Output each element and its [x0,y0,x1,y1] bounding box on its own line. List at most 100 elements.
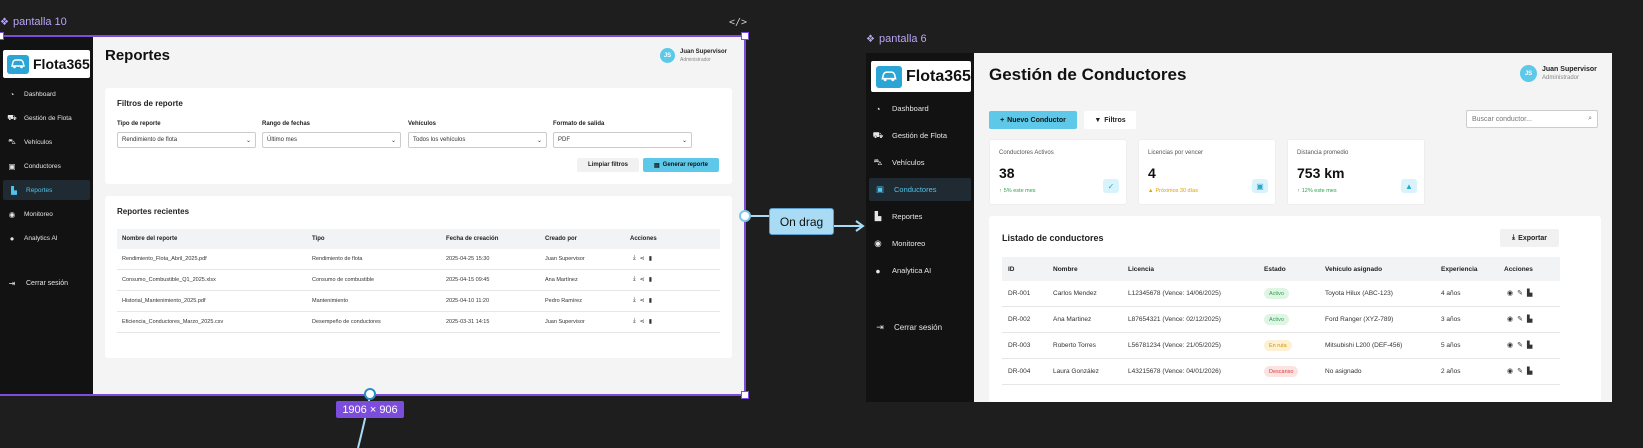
interaction-label[interactable]: On drag [769,208,834,235]
table-cell: DR-001 [1008,290,1031,297]
road-icon: ▲ [1401,179,1417,193]
brand-name: Flota365 [906,67,971,85]
eye-icon: ◉ [874,238,882,248]
table-cell: Ana Martinez [1053,316,1092,323]
column-header: Acciones [1504,266,1533,273]
table-cell: Toyota Hilux (ABC-123) [1325,290,1393,297]
table-cell: Laura González [1053,368,1099,375]
stat-card: Licencias por vencer 4 ▲ Próximos 30 días ▣ [1138,139,1276,205]
row-actions: ◉ ✎ ▙ [1507,315,1532,323]
table-cell: L12345678 (Vence: 14/06/2025) [1128,290,1221,297]
table-cell: L87654321 (Vence: 02/12/2025) [1128,316,1221,323]
export-button[interactable]: ⤓ Exportar [1500,229,1559,247]
column-header: Estado [1264,266,1286,273]
edit-icon[interactable]: ✎ [1517,289,1523,297]
warning-icon: ▲ [1148,188,1154,194]
view-icon[interactable]: ◉ [1507,315,1513,323]
column-header: Experiencia [1441,266,1478,273]
dashboard-icon: ◔ [875,103,881,114]
truck-icon: ⛟ [872,129,884,140]
search-icon: ⌕ [1588,115,1592,122]
sidebar-item-monitoreo[interactable]: ◉ Monitoreo [866,232,974,255]
column-header: ID [1008,266,1015,273]
stats-icon[interactable]: ▙ [1527,315,1532,323]
view-icon[interactable]: ◉ [1507,367,1513,375]
car-logo-icon [876,65,902,88]
view-icon[interactable]: ◉ [1507,289,1513,297]
filters-button[interactable]: ▼ Filtros [1084,111,1136,129]
stat-label: Licencias por vencer [1148,150,1204,156]
user-name: Juan Supervisor [1542,66,1597,73]
stat-label: Conductores Activos [999,150,1054,156]
stat-value: 4 [1148,165,1156,181]
stat-card: Distancia promedio 753 km ↑ 12% este mes ▲ [1287,139,1425,205]
status-badge: En ruta [1264,340,1292,351]
table-cell: 4 años [1441,290,1461,297]
brain-icon: ● [875,265,881,276]
column-header: Licencia [1128,266,1155,273]
drivers-list-card: Listado de conductores ⤓ Exportar ID Nombr… [989,216,1601,402]
stat-trend: ▲ Próximos 30 días [1148,188,1198,194]
user-role: Administrador [1542,75,1580,81]
id-card-icon: ▣ [875,184,885,194]
plus-icon: + [1000,116,1005,124]
sidebar-item-analytica-ai[interactable]: ● Analytica AI [866,259,974,282]
row-actions: ◉ ✎ ▙ [1507,289,1532,297]
sidebar-item-reportes[interactable]: ▙ Reportes [866,205,974,228]
column-header: Nombre [1053,266,1078,273]
download-icon: ⤓ [1512,234,1516,241]
logout-icon: ⇥ [876,321,884,332]
stat-value: 753 km [1297,165,1345,181]
stats-icon[interactable]: ▙ [1527,341,1532,349]
sidebar: Flota365 ◔ Dashboard ⛟ Gestión de Flota ⛍ Veh… [866,53,974,402]
table-cell: Ford Ranger (XYZ-789) [1325,316,1394,323]
table-cell: Carlos Mendez [1053,290,1097,297]
logout-link[interactable]: ⇥ Cerrar sesión [866,317,974,337]
user-profile[interactable]: JS Juan Supervisor Administrador [1520,65,1597,82]
stat-value: 38 [999,165,1015,181]
table-cell: DR-004 [1008,368,1031,375]
stats-icon[interactable]: ▙ [1527,367,1532,375]
avatar: JS [1520,65,1537,82]
edit-icon[interactable]: ✎ [1517,341,1523,349]
stat-label: Distancia promedio [1297,150,1349,156]
frame-conductores[interactable]: Flota365 ◔ Dashboard ⛟ Gestión de Flota ⛍ Veh… [866,53,1612,402]
sidebar-item-conductores[interactable]: ▣ Conductores [869,178,971,201]
table-cell: No asignado [1325,368,1362,375]
user-check-icon: ✓ [1103,179,1119,193]
table-cell: Mitsubishi L200 (DEF-456) [1325,342,1403,349]
table-cell: 3 años [1441,316,1461,323]
brand-logo[interactable]: Flota365 [871,61,971,92]
new-driver-button[interactable]: + Nuevo Conductor [989,111,1077,129]
stat-trend: ↑ 12% este mes [1297,188,1337,194]
search-input[interactable]: Buscar conductor... ⌕ [1466,110,1598,128]
row-actions: ◉ ✎ ▙ [1507,341,1532,349]
table-cell: 5 años [1441,342,1461,349]
column-header: Vehículo asignado [1325,266,1383,273]
chart-icon: ▙ [874,211,882,221]
stats-icon[interactable]: ▙ [1527,289,1532,297]
filter-icon: ▼ [1094,116,1102,124]
edit-icon[interactable]: ✎ [1517,315,1523,323]
status-badge: Activo [1264,314,1289,325]
car-icon: ⛍ [873,156,883,167]
stat-trend: ↑ 5% este mes [999,188,1036,194]
table-cell: L56781234 (Vence: 21/05/2025) [1128,342,1221,349]
table-cell: 2 años [1441,368,1461,375]
sidebar-item-dashboard[interactable]: ◔ Dashboard [866,97,974,120]
table-cell: L43215678 (Vence: 04/01/2026) [1128,368,1221,375]
status-badge: Activo [1264,288,1289,299]
edit-icon[interactable]: ✎ [1517,367,1523,375]
id-card-icon: ▣ [1252,179,1268,193]
status-badge: Descanso [1264,366,1299,377]
dimensions-badge: 1906 × 906 [336,401,404,418]
arrow-up-icon: ↑ [1297,188,1300,194]
stat-card: Conductores Activos 38 ↑ 5% este mes ✓ [989,139,1127,205]
table-cell: DR-002 [1008,316,1031,323]
sidebar-item-gesti-n-de-flota[interactable]: ⛟ Gestión de Flota [866,124,974,147]
drivers-list-title: Listado de conductores [1002,233,1104,243]
table-cell: DR-003 [1008,342,1031,349]
row-actions: ◉ ✎ ▙ [1507,367,1532,375]
view-icon[interactable]: ◉ [1507,341,1513,349]
sidebar-item-veh-culos[interactable]: ⛍ Vehículos [866,151,974,174]
